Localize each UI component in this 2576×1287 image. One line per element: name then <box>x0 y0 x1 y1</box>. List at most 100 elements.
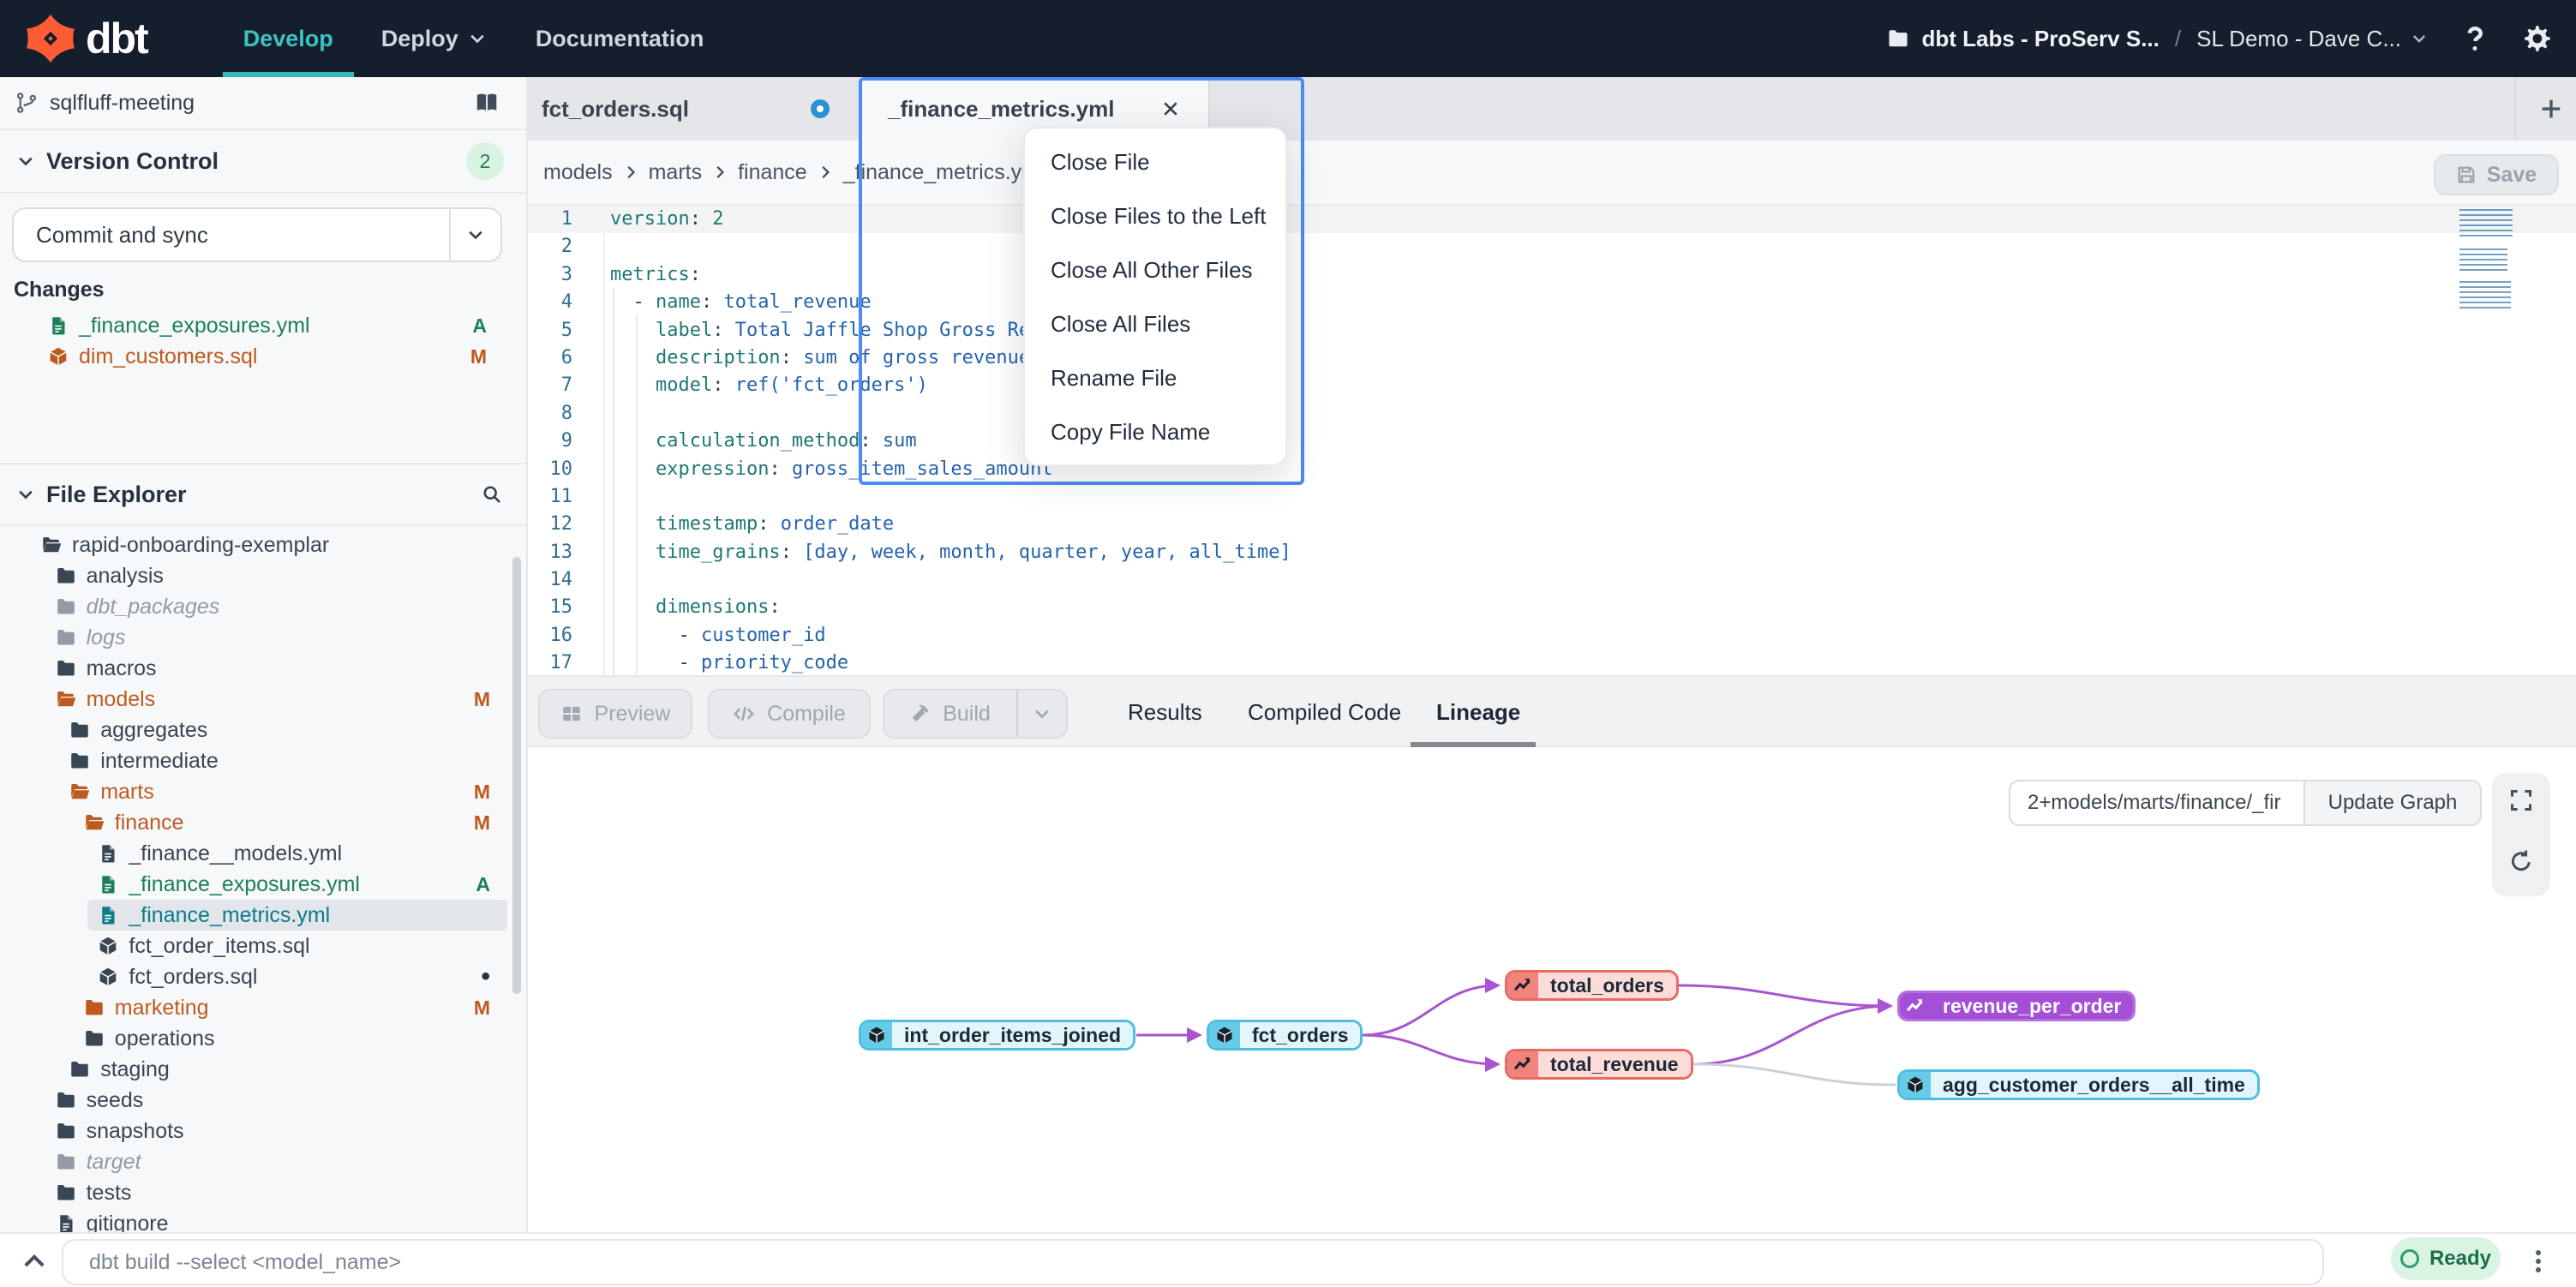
code-editor[interactable]: 1version: 223metrics:4 - name: total_rev… <box>528 206 2576 675</box>
tab-label: fct_orders.sql <box>542 96 689 123</box>
results-tab-results[interactable]: Results <box>1128 677 1202 747</box>
node-label: agg_customer_orders__all_time <box>1931 1072 2257 1098</box>
new-tab-icon[interactable] <box>2538 96 2564 122</box>
file-label: macros <box>87 656 157 681</box>
file-tree-item[interactable]: _finance_exposures.ymlA <box>87 869 507 900</box>
code-line: 8 <box>528 400 2576 428</box>
file-tree-item[interactable]: intermediate <box>59 745 507 776</box>
search-icon[interactable] <box>482 484 502 505</box>
account-name: dbt Labs - ProServ S... <box>1921 26 2159 52</box>
nav-label: Develop <box>243 26 333 52</box>
nav-label: Deploy <box>381 26 458 52</box>
line-number: 1 <box>528 206 572 233</box>
file-tree-item[interactable]: target <box>45 1146 507 1177</box>
file-tree-item[interactable]: seeds <box>45 1085 507 1116</box>
file-tree-item[interactable]: analysis <box>45 560 507 591</box>
line-number: 13 <box>528 539 572 566</box>
context-menu-item[interactable]: Copy File Name <box>1025 405 1285 459</box>
context-menu-item[interactable]: Rename File <box>1025 351 1285 405</box>
file-tree-item[interactable]: tests <box>45 1177 507 1208</box>
nav-item-deploy[interactable]: Deploy <box>357 0 512 77</box>
chevron-down-icon <box>2410 29 2429 48</box>
file-status-badge: • <box>481 962 490 991</box>
save-button[interactable]: Save <box>2434 154 2559 195</box>
sidebar-scrollbar[interactable] <box>512 557 521 994</box>
command-input[interactable] <box>62 1239 2324 1285</box>
commit-and-sync-button[interactable]: Commit and sync <box>12 207 502 262</box>
context-menu-item[interactable]: Close All Other Files <box>1025 243 1285 297</box>
breadcrumb-item[interactable]: finance <box>738 160 807 185</box>
nav-item-documentation[interactable]: Documentation <box>512 0 728 77</box>
lineage-node-fct_orders[interactable]: fct_orders <box>1207 1020 1363 1051</box>
chevron-down-icon <box>15 151 36 171</box>
preview-button[interactable]: Preview <box>538 689 692 739</box>
version-control-header[interactable]: Version Control 2 <box>0 130 526 194</box>
tab-fct-orders[interactable]: fct_orders.sql <box>528 77 860 141</box>
account-switcher[interactable]: dbt Labs - ProServ S... / SL Demo - Dave… <box>1887 26 2429 52</box>
close-icon[interactable] <box>1160 99 1181 119</box>
line-number: 17 <box>528 649 572 675</box>
file-tree: rapid-onboarding-exemplaranalysisdbt_pac… <box>0 530 507 1232</box>
file-tree-item[interactable]: financeM <box>74 807 507 838</box>
file-tree-item[interactable]: macros <box>45 653 507 684</box>
breadcrumb-item[interactable]: models <box>543 160 613 185</box>
lineage-node-total_revenue[interactable]: total_revenue <box>1505 1049 1693 1080</box>
help-icon[interactable] <box>2459 23 2490 54</box>
reset-view-icon[interactable] <box>2509 848 2533 872</box>
project-switcher[interactable]: SL Demo - Dave C... <box>2196 26 2429 52</box>
code-text: metrics: <box>610 261 701 289</box>
docs-book-icon[interactable] <box>475 90 500 116</box>
file-tree-item[interactable]: _finance_metrics.yml <box>87 900 507 931</box>
lineage-node-int_order_items_joined[interactable]: int_order_items_joined <box>859 1020 1135 1051</box>
metric-icon <box>1900 993 1931 1019</box>
file-tree-item[interactable]: fct_orders.sql• <box>87 961 507 992</box>
results-tab-lineage[interactable]: Lineage <box>1436 677 1520 747</box>
preview-label: Preview <box>595 702 671 727</box>
commit-options-caret[interactable] <box>449 209 500 260</box>
settings-gear-icon[interactable] <box>2521 23 2552 54</box>
code-text: description: sum of gross revenue <box>610 344 1030 372</box>
file-tree-item[interactable]: dbt_packages <box>45 591 507 622</box>
breadcrumb-item[interactable]: _finance_metrics.yml <box>843 160 1045 185</box>
save-label: Save <box>2487 163 2537 188</box>
change-item[interactable]: dim_customers.sqlM <box>0 341 507 372</box>
file-tree-item[interactable]: logs <box>45 622 507 653</box>
file-tree-item[interactable]: _finance__models.yml <box>87 838 507 869</box>
build-options-caret[interactable] <box>1016 691 1066 737</box>
lineage-node-total_orders[interactable]: total_orders <box>1505 970 1679 1001</box>
fullscreen-icon[interactable] <box>2509 788 2533 812</box>
git-branch-row[interactable]: sqlfluff-meeting <box>0 77 526 130</box>
update-graph-button[interactable]: Update Graph <box>2303 780 2482 826</box>
file-label: fct_order_items.sql <box>129 934 309 959</box>
change-item[interactable]: _finance_exposures.ymlA <box>0 310 507 341</box>
folder-icon <box>84 997 105 1018</box>
results-tab-compiled-code[interactable]: Compiled Code <box>1248 677 1401 747</box>
context-menu-item[interactable]: Close Files to the Left <box>1025 189 1285 243</box>
section-title: Version Control <box>46 148 219 175</box>
file-explorer-header[interactable]: File Explorer <box>0 463 526 526</box>
file-tree-item[interactable]: operations <box>74 1023 507 1054</box>
breadcrumb-item[interactable]: marts <box>649 160 703 185</box>
compile-button[interactable]: Compile <box>708 689 871 739</box>
file-tree-item[interactable]: marketingM <box>74 992 507 1023</box>
file-tree-item[interactable]: rapid-onboarding-exemplar <box>31 530 507 560</box>
lineage-filter-input[interactable] <box>2009 780 2303 826</box>
file-tree-item[interactable]: aggregates <box>59 715 507 745</box>
lineage-node-agg_customer_orders__all_time[interactable]: agg_customer_orders__all_time <box>1897 1069 2260 1100</box>
file-tree-item[interactable]: martsM <box>59 776 507 807</box>
dbt-logo[interactable]: dbt <box>24 12 147 65</box>
file-tree-item[interactable]: staging <box>59 1054 507 1085</box>
build-button[interactable]: Build <box>883 689 1068 739</box>
context-menu-item[interactable]: Close File <box>1025 135 1285 189</box>
code-line: 12 timestamp: order_date <box>528 511 2576 538</box>
file-tree-item[interactable]: gitignore <box>45 1208 507 1232</box>
lineage-node-revenue_per_order[interactable]: revenue_per_order <box>1897 991 2136 1021</box>
nav-item-develop[interactable]: Develop <box>219 0 357 77</box>
chevron-up-icon[interactable] <box>19 1246 50 1277</box>
kebab-menu-icon[interactable] <box>2525 1244 2552 1278</box>
file-tree-item[interactable]: fct_order_items.sql <box>87 931 507 961</box>
file-tree-item[interactable]: modelsM <box>45 684 507 715</box>
file-tree-item[interactable]: snapshots <box>45 1116 507 1146</box>
context-menu-item[interactable]: Close All Files <box>1025 297 1285 351</box>
minimap[interactable] <box>2459 209 2516 317</box>
